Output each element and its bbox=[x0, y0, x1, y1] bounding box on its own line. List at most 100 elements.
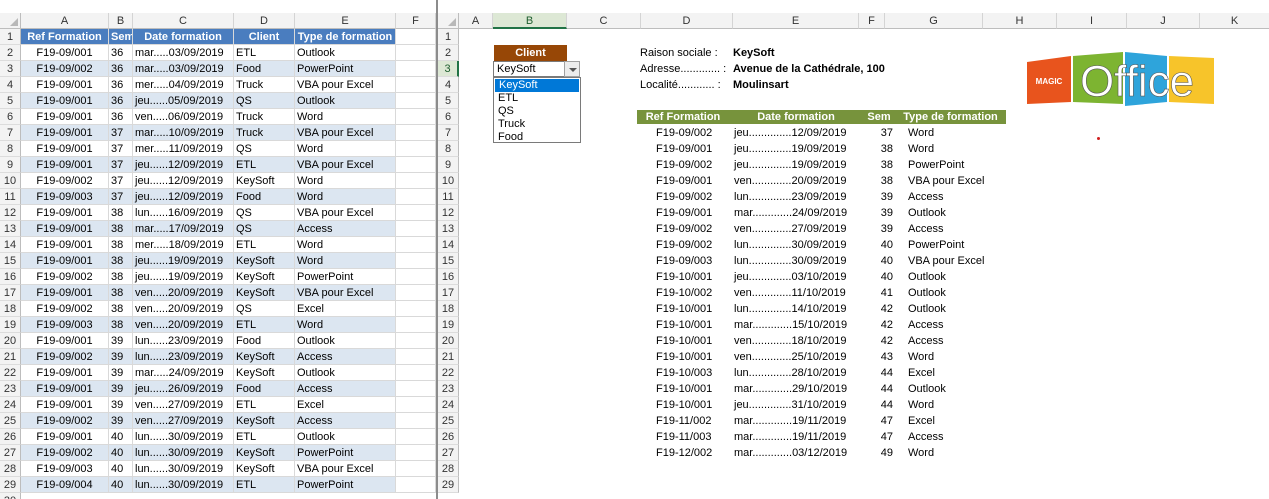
table-cell[interactable]: F19-09/002 bbox=[21, 301, 109, 317]
table-cell[interactable]: F19-09/001 bbox=[21, 381, 109, 397]
results-cell[interactable]: F19-09/001 bbox=[656, 173, 712, 189]
results-cell[interactable]: 40 bbox=[867, 269, 893, 285]
results-cell[interactable]: Word bbox=[908, 445, 934, 461]
table-cell[interactable]: Outlook bbox=[295, 45, 396, 61]
results-cell[interactable]: F19-10/002 bbox=[656, 285, 712, 301]
table-cell[interactable]: PowerPoint bbox=[295, 445, 396, 461]
table-cell[interactable]: ven.....20/09/2019 bbox=[133, 285, 234, 301]
results-cell[interactable]: 40 bbox=[867, 237, 893, 253]
table-cell[interactable]: Outlook bbox=[295, 93, 396, 109]
table-cell[interactable] bbox=[396, 365, 436, 381]
row-header[interactable]: 14 bbox=[0, 237, 21, 253]
table-cell[interactable]: F19-09/001 bbox=[21, 77, 109, 93]
results-cell[interactable]: F19-09/002 bbox=[656, 157, 712, 173]
client-option[interactable]: QS bbox=[494, 105, 580, 118]
column-header-H[interactable]: H bbox=[983, 13, 1057, 29]
table-cell[interactable]: PowerPoint bbox=[295, 269, 396, 285]
row-header[interactable]: 21 bbox=[0, 349, 21, 365]
results-cell[interactable]: 47 bbox=[867, 413, 893, 429]
table-cell[interactable]: F19-09/001 bbox=[21, 205, 109, 221]
column-header-B[interactable]: B bbox=[109, 13, 133, 29]
row-header[interactable]: 27 bbox=[438, 445, 459, 461]
table-cell[interactable]: F19-09/002 bbox=[21, 445, 109, 461]
table-cell[interactable]: Outlook bbox=[295, 333, 396, 349]
table-cell[interactable]: jeu......12/09/2019 bbox=[133, 173, 234, 189]
table-cell[interactable]: F19-09/001 bbox=[21, 157, 109, 173]
table-cell[interactable]: F19-09/001 bbox=[21, 429, 109, 445]
results-cell[interactable]: F19-09/001 bbox=[656, 141, 712, 157]
results-cell[interactable]: F19-10/001 bbox=[656, 349, 712, 365]
row-header[interactable]: 5 bbox=[0, 93, 21, 109]
table-cell[interactable]: KeySoft bbox=[234, 253, 295, 269]
table-cell[interactable]: 40 bbox=[109, 429, 133, 445]
column-header-A[interactable]: A bbox=[21, 13, 109, 29]
results-cell[interactable]: Outlook bbox=[908, 381, 946, 397]
row-header[interactable]: 8 bbox=[438, 141, 459, 157]
row-header[interactable]: 19 bbox=[0, 317, 21, 333]
results-header-cell[interactable]: Sem bbox=[863, 110, 895, 124]
results-cell[interactable]: 42 bbox=[867, 333, 893, 349]
table-cell[interactable]: F19-09/003 bbox=[21, 189, 109, 205]
results-cell[interactable]: Access bbox=[908, 189, 943, 205]
table-cell[interactable]: lun......23/09/2019 bbox=[133, 333, 234, 349]
table-cell[interactable]: F19-09/001 bbox=[21, 93, 109, 109]
table-cell[interactable]: Word bbox=[295, 189, 396, 205]
row-header[interactable]: 30 bbox=[0, 493, 21, 499]
row-header[interactable]: 27 bbox=[0, 445, 21, 461]
table-cell[interactable]: KeySoft bbox=[234, 173, 295, 189]
client-option[interactable]: Food bbox=[494, 131, 580, 144]
table-cell[interactable]: ven.....27/09/2019 bbox=[133, 413, 234, 429]
table-cell[interactable]: Word bbox=[295, 237, 396, 253]
table-cell[interactable]: mar.....10/09/2019 bbox=[133, 125, 234, 141]
results-cell[interactable]: F19-10/001 bbox=[656, 317, 712, 333]
row-header[interactable]: 20 bbox=[438, 333, 459, 349]
row-header[interactable]: 29 bbox=[438, 477, 459, 493]
results-cell[interactable]: jeu..............19/09/2019 bbox=[734, 141, 847, 157]
table-cell[interactable]: PowerPoint bbox=[295, 477, 396, 493]
table-cell[interactable]: KeySoft bbox=[234, 349, 295, 365]
results-cell[interactable]: F19-09/002 bbox=[656, 237, 712, 253]
row-header[interactable]: 2 bbox=[0, 45, 21, 61]
row-header[interactable]: 20 bbox=[0, 333, 21, 349]
table-cell[interactable]: VBA pour Excel bbox=[295, 205, 396, 221]
results-cell[interactable]: Outlook bbox=[908, 285, 946, 301]
table-cell[interactable] bbox=[396, 253, 436, 269]
results-cell[interactable]: 40 bbox=[867, 253, 893, 269]
row-header[interactable]: 11 bbox=[438, 189, 459, 205]
row-header[interactable]: 11 bbox=[0, 189, 21, 205]
table-cell[interactable]: 40 bbox=[109, 445, 133, 461]
column-header-F[interactable]: F bbox=[859, 13, 885, 29]
table-cell[interactable]: 38 bbox=[109, 221, 133, 237]
table-cell[interactable]: 39 bbox=[109, 397, 133, 413]
table-cell[interactable] bbox=[396, 461, 436, 477]
column-header-A[interactable]: A bbox=[459, 13, 493, 29]
results-cell[interactable]: mar.............15/10/2019 bbox=[734, 317, 847, 333]
table-cell[interactable]: mer.....11/09/2019 bbox=[133, 141, 234, 157]
table-cell[interactable]: F19-09/002 bbox=[21, 413, 109, 429]
row-header[interactable]: 9 bbox=[438, 157, 459, 173]
results-cell[interactable]: 37 bbox=[867, 125, 893, 141]
results-cell[interactable]: F19-10/003 bbox=[656, 365, 712, 381]
row-header[interactable]: 12 bbox=[0, 205, 21, 221]
results-cell[interactable]: Word bbox=[908, 349, 934, 365]
results-cell[interactable]: 39 bbox=[867, 221, 893, 237]
column-header-D[interactable]: D bbox=[234, 13, 295, 29]
table-cell[interactable]: 40 bbox=[109, 477, 133, 493]
table-cell[interactable]: F19-09/001 bbox=[21, 221, 109, 237]
results-cell[interactable]: 44 bbox=[867, 365, 893, 381]
table-cell[interactable]: F19-09/001 bbox=[21, 333, 109, 349]
column-header-G[interactable]: G bbox=[885, 13, 983, 29]
results-cell[interactable]: 44 bbox=[867, 397, 893, 413]
table-cell[interactable]: jeu......12/09/2019 bbox=[133, 157, 234, 173]
row-header[interactable]: 1 bbox=[438, 29, 459, 45]
row-header[interactable]: 13 bbox=[438, 221, 459, 237]
results-cell[interactable]: mar.............29/10/2019 bbox=[734, 381, 847, 397]
table-cell[interactable]: F19-09/001 bbox=[21, 253, 109, 269]
results-cell[interactable]: F19-09/001 bbox=[656, 205, 712, 221]
results-cell[interactable]: 38 bbox=[867, 157, 893, 173]
table-cell[interactable]: lun......30/09/2019 bbox=[133, 429, 234, 445]
table-cell[interactable]: Food bbox=[234, 61, 295, 77]
table-cell[interactable] bbox=[396, 477, 436, 493]
row-header[interactable]: 26 bbox=[438, 429, 459, 445]
row-header[interactable]: 18 bbox=[0, 301, 21, 317]
